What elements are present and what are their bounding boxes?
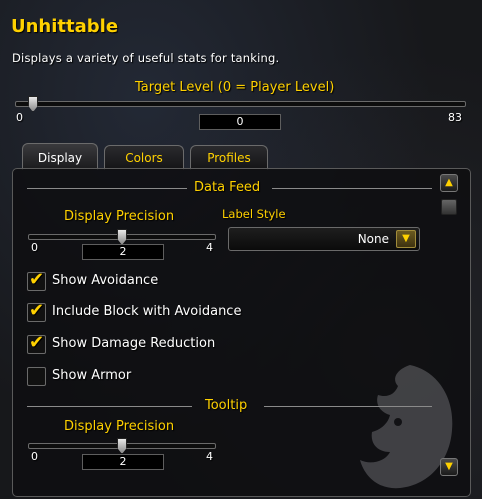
data-feed-precision-min: 0 [31,241,38,254]
show-damage-reduction-label: Show Damage Reduction [52,336,216,351]
chevron-up-icon: ▲ [445,177,453,188]
data-feed-rule-left [27,188,187,189]
checkmark-icon: ✔ [29,300,45,321]
tab-profiles-label: Profiles [207,151,251,165]
tooltip-precision-max: 4 [206,450,213,463]
tab-profiles[interactable]: Profiles [190,145,268,170]
tooltip-rule-right [264,406,432,407]
tooltip-rule-left [27,406,192,407]
scroll-down-button[interactable]: ▼ [440,458,458,476]
checkmark-icon: ✔ [29,332,45,353]
data-feed-precision-label: Display Precision [64,209,175,224]
data-feed-rule-right [272,188,432,189]
tooltip-precision-input[interactable]: 2 [82,454,164,470]
checkmark-icon: ✔ [29,269,45,290]
addon-options-panel: Unhittable Displays a variety of useful … [0,0,482,499]
scroll-up-button[interactable]: ▲ [440,174,458,192]
target-level-slider[interactable] [15,101,466,107]
addon-title: Unhittable [11,16,119,37]
scrollbar-thumb[interactable] [441,199,457,215]
include-block-label: Include Block with Avoidance [52,304,242,319]
target-level-min: 0 [16,111,23,124]
tab-colors[interactable]: Colors [104,145,184,170]
show-armor-checkbox[interactable] [27,367,46,386]
label-style-value: None [357,232,389,246]
show-armor-label: Show Armor [52,368,132,383]
chevron-down-icon[interactable]: ▼ [396,230,416,248]
data-feed-header: Data Feed [194,180,261,195]
data-feed-precision-input[interactable]: 2 [82,244,164,260]
include-block-checkbox[interactable]: ✔ [27,300,46,322]
target-level-slider-thumb[interactable] [28,96,38,112]
data-feed-precision-max: 4 [206,241,213,254]
show-avoidance-label: Show Avoidance [52,273,159,288]
tooltip-precision-label: Display Precision [64,419,175,434]
addon-description: Displays a variety of useful stats for t… [12,51,280,65]
show-damage-reduction-checkbox[interactable]: ✔ [27,332,46,354]
tooltip-precision-min: 0 [31,450,38,463]
target-level-max: 83 [448,111,462,124]
target-level-label: Target Level (0 = Player Level) [135,80,335,95]
target-level-input[interactable]: 0 [199,114,281,130]
tab-display-label: Display [37,151,83,165]
tooltip-header: Tooltip [205,398,248,413]
label-style-dropdown[interactable]: None ▼ [228,227,420,251]
tab-display[interactable]: Display [22,143,98,170]
label-style-label: Label Style [222,207,286,221]
show-avoidance-checkbox[interactable]: ✔ [27,269,46,291]
tab-colors-label: Colors [125,151,163,165]
chevron-down-icon: ▼ [445,461,453,472]
